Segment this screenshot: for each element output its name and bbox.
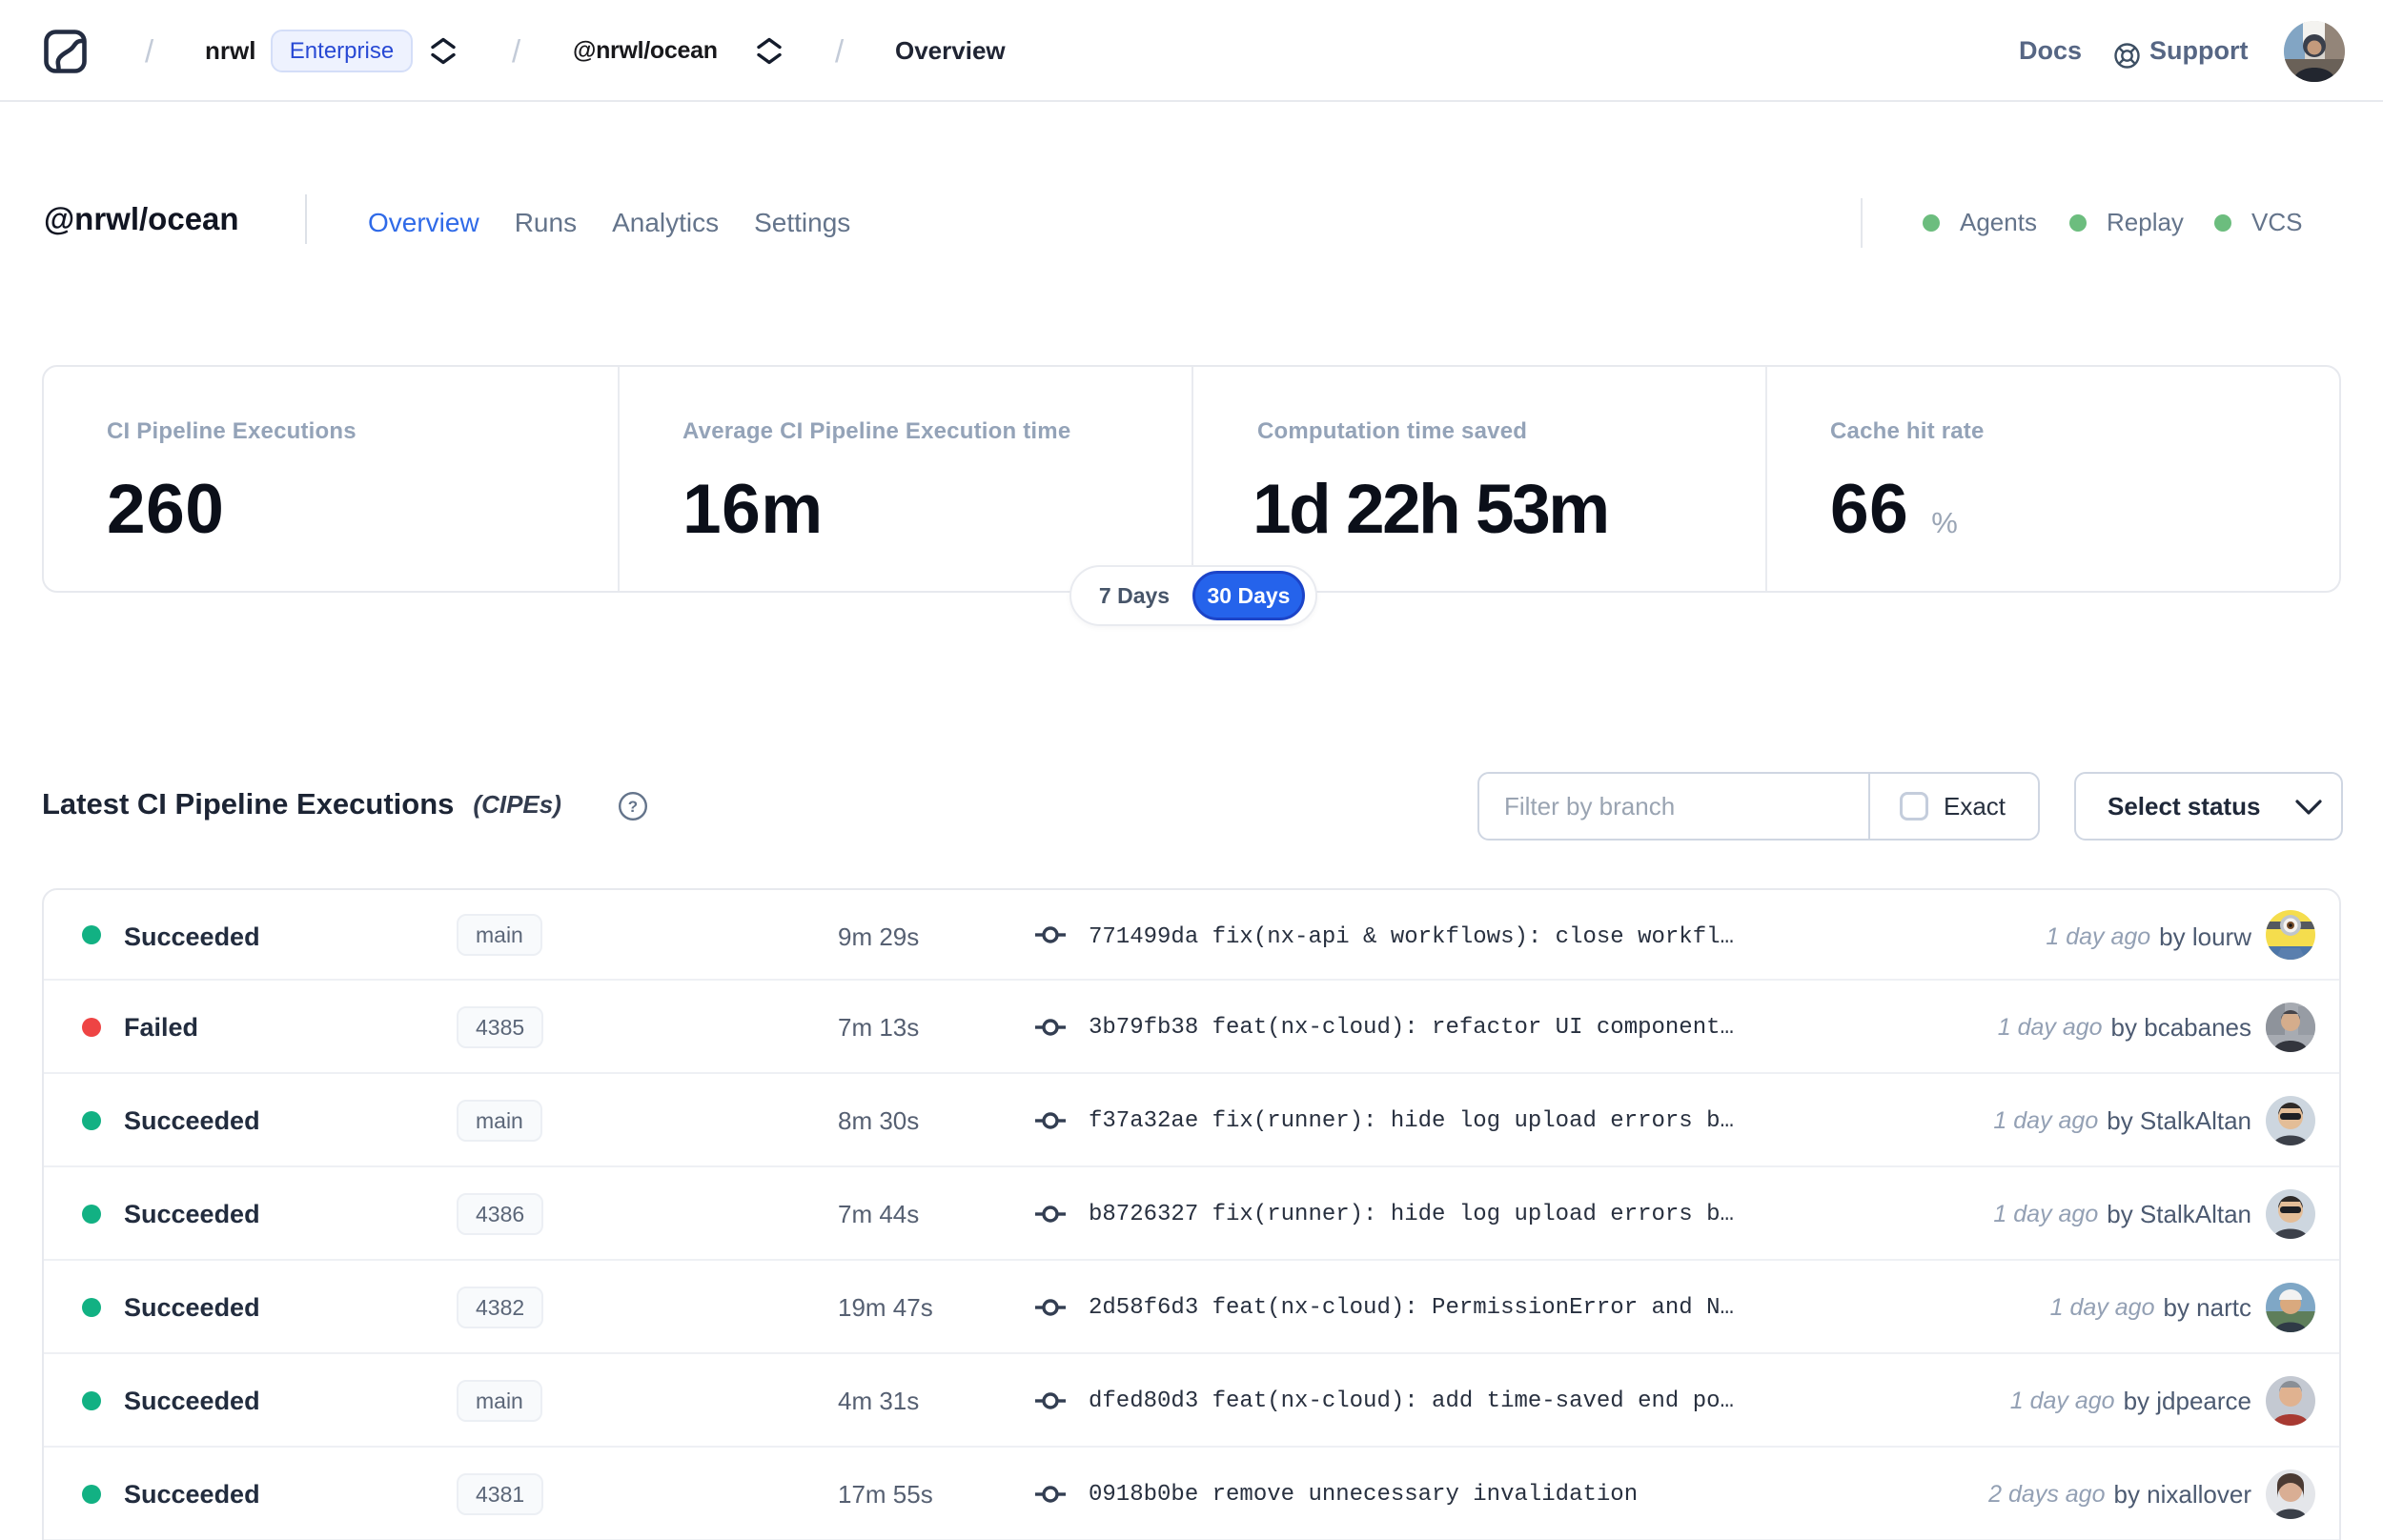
svg-text:?: ? [628, 798, 638, 816]
